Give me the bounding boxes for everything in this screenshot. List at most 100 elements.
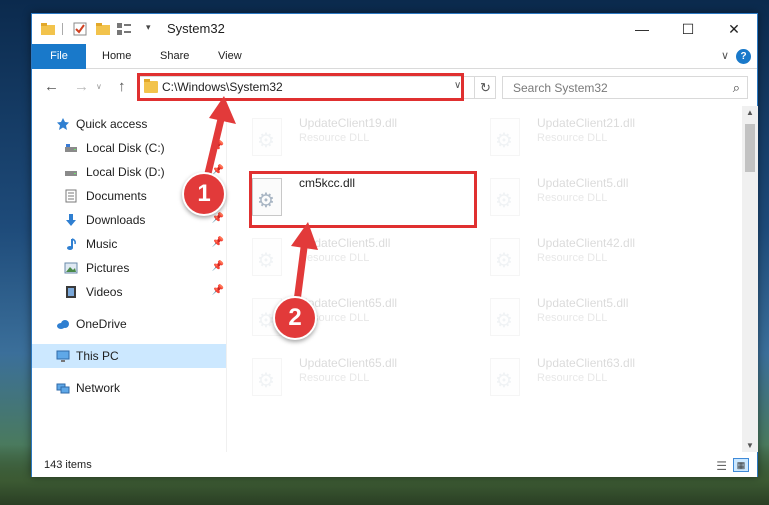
file-item[interactable]: UpdateClient19.dll Resource DLL (232, 108, 452, 166)
sidebar-item-local-disk-c[interactable]: Local Disk (C:) 📌 (32, 136, 226, 160)
download-icon (64, 213, 78, 227)
pin-icon[interactable]: 📌 (212, 213, 224, 224)
documents-icon (64, 189, 78, 203)
dll-file-icon (252, 358, 282, 396)
step-1-badge: 1 (182, 172, 226, 216)
forward-arrow-icon[interactable]: → (74, 78, 89, 95)
dll-file-icon (490, 118, 520, 156)
pin-icon[interactable]: 📌 (212, 237, 224, 248)
scroll-up-icon[interactable]: ▲ (742, 108, 758, 117)
details-view-icon[interactable]: ☰ (716, 459, 727, 473)
file-item[interactable]: UpdateClient42.dll Resource DLL (470, 228, 690, 286)
dll-file-icon (490, 178, 520, 216)
sidebar-item-label: Music (86, 237, 118, 251)
file-name: UpdateClient65.dll (299, 356, 398, 370)
file-type: Resource DLL (537, 252, 608, 264)
file-item[interactable]: UpdateClient65.dll Resource DLL (232, 288, 452, 346)
window-title: System32 (167, 21, 225, 36)
scroll-thumb[interactable] (745, 124, 755, 172)
file-explorer-window: ▾ System32 — ☐ ✕ File Home Share View ∨ … (31, 13, 758, 477)
sidebar-item-network[interactable]: Network (32, 376, 226, 400)
file-name: UpdateClient5.dll (299, 236, 391, 250)
file-name: UpdateClient5.dll (537, 176, 629, 190)
file-name: UpdateClient5.dll (537, 296, 629, 310)
sidebar-item-label: This PC (76, 349, 119, 363)
drive-icon (64, 141, 78, 155)
sidebar-item-label: Local Disk (C:) (86, 141, 165, 155)
videos-icon (64, 285, 78, 299)
maximize-button[interactable]: ☐ (665, 14, 711, 44)
expand-ribbon-chevron-icon[interactable]: ∨ (721, 49, 729, 62)
search-icon[interactable]: ⌕ (733, 80, 740, 96)
status-bar: 143 items ☰ ▦ (32, 454, 757, 477)
computer-icon (56, 349, 70, 363)
file-type: Resource DLL (299, 252, 370, 264)
close-button[interactable]: ✕ (711, 14, 757, 44)
vertical-scrollbar[interactable]: ▲ ▼ (742, 106, 758, 452)
file-item[interactable]: UpdateClient63.dll Resource DLL (470, 348, 690, 406)
tab-home[interactable]: Home (102, 44, 131, 69)
file-type: Resource DLL (537, 192, 608, 204)
sidebar-item-quick-access[interactable]: Quick access (32, 112, 226, 136)
search-placeholder: Search System32 (513, 81, 608, 95)
refresh-icon[interactable]: ↻ (474, 77, 496, 98)
sidebar-item-music[interactable]: Music 📌 (32, 232, 226, 256)
file-name: UpdateClient21.dll (537, 116, 636, 130)
tab-view[interactable]: View (218, 44, 242, 69)
sidebar-item-label: OneDrive (76, 317, 127, 331)
file-type: Resource DLL (537, 132, 608, 144)
minimize-button[interactable]: — (619, 14, 665, 44)
ribbon-tabs: File Home Share View ∨ ? (32, 44, 757, 69)
pin-icon[interactable]: 📌 (212, 141, 224, 152)
network-icon (56, 381, 70, 395)
back-arrow-icon[interactable]: ← (44, 78, 59, 95)
pin-icon[interactable]: 📌 (212, 261, 224, 272)
step-2-badge: 2 (273, 296, 317, 340)
sidebar-item-label: Documents (86, 189, 147, 203)
file-type: Resource DLL (299, 132, 370, 144)
up-arrow-icon[interactable]: ↑ (118, 78, 126, 95)
search-input[interactable]: Search System32 ⌕ (502, 76, 748, 99)
sidebar-item-onedrive[interactable]: OneDrive (32, 312, 226, 336)
pane-divider (226, 106, 227, 452)
file-item[interactable]: UpdateClient65.dll Resource DLL (232, 348, 452, 406)
view-options-icon[interactable] (116, 21, 132, 37)
help-icon[interactable]: ? (736, 49, 751, 64)
file-highlight (249, 171, 477, 228)
tab-file[interactable]: File (32, 44, 86, 69)
sidebar-item-this-pc[interactable]: This PC (32, 344, 226, 368)
properties-check-icon[interactable] (72, 21, 88, 37)
sidebar-item-label: Network (76, 381, 121, 395)
sidebar-item-label: Local Disk (D:) (86, 165, 165, 179)
drive-icon (64, 165, 78, 179)
new-folder-icon[interactable] (95, 21, 111, 37)
recent-locations-chevron-icon[interactable]: ∨ (96, 82, 102, 91)
sidebar-item-pictures[interactable]: Pictures 📌 (32, 256, 226, 280)
star-icon (56, 117, 70, 131)
cloud-icon (56, 317, 70, 331)
sidebar-item-label: Downloads (86, 213, 146, 227)
file-name: UpdateClient19.dll (299, 116, 398, 130)
dll-file-icon (252, 118, 282, 156)
file-name: UpdateClient63.dll (537, 356, 636, 370)
pictures-icon (64, 261, 78, 275)
file-item[interactable]: UpdateClient21.dll Resource DLL (470, 108, 690, 166)
sidebar-item-label: Quick access (76, 117, 148, 131)
sidebar-item-label: Videos (86, 285, 123, 299)
address-bar-highlight (137, 73, 464, 101)
customize-toolbar-chevron-icon[interactable]: ▾ (146, 22, 162, 38)
scroll-down-icon[interactable]: ▼ (742, 441, 758, 450)
title-bar: ▾ System32 — ☐ ✕ (32, 14, 757, 44)
file-item[interactable]: UpdateClient5.dll Resource DLL (232, 228, 452, 286)
sidebar-item-videos[interactable]: Videos 📌 (32, 280, 226, 304)
file-item[interactable]: UpdateClient5.dll Resource DLL (470, 288, 690, 346)
pin-icon[interactable]: 📌 (212, 285, 224, 296)
folder-icon[interactable] (40, 21, 56, 37)
file-type: Resource DLL (299, 372, 370, 384)
file-list: UpdateClient19.dll Resource DLL cm5kcc.d… (232, 106, 740, 452)
tab-share[interactable]: Share (160, 44, 189, 69)
toolbar-separator (62, 23, 63, 35)
dll-file-icon (490, 358, 520, 396)
large-icons-view-icon[interactable]: ▦ (733, 458, 749, 472)
file-item[interactable]: UpdateClient5.dll Resource DLL (470, 168, 690, 226)
